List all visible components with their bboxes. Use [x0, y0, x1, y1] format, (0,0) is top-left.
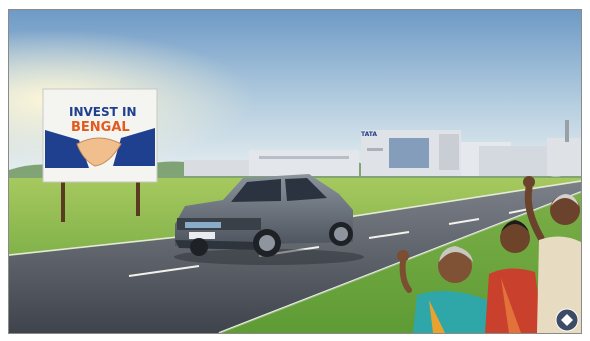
billboard-line1: INVEST IN [69, 105, 137, 119]
illustration-frame: TATA INVEST IN BENGAL [8, 9, 582, 334]
factory-sign: TATA [361, 131, 377, 138]
badge-logo-icon [555, 308, 579, 332]
scene: TATA INVEST IN BENGAL [9, 10, 581, 333]
billboard-line2: BENGAL [71, 120, 130, 135]
